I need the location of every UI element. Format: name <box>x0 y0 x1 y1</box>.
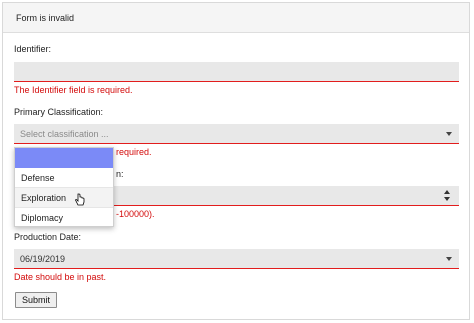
classification-select[interactable]: Select classification ... <box>14 124 459 144</box>
identifier-input[interactable] <box>14 62 459 82</box>
dropdown-option-exploration[interactable]: Exploration <box>15 188 113 208</box>
classification-label: Primary Classification: <box>14 107 104 117</box>
production-date-select[interactable]: 06/19/2019 <box>14 249 459 269</box>
identifier-error: The Identifier field is required. <box>14 85 133 95</box>
panel-header: Form is invalid <box>3 3 469 33</box>
identifier-label: Identifier: <box>14 44 52 54</box>
dropdown-option-diplomacy[interactable]: Diplomacy <box>15 208 113 228</box>
submit-button[interactable]: Submit <box>15 292 58 308</box>
production-date-label: Production Date: <box>14 232 82 242</box>
chevron-down-icon[interactable] <box>446 257 452 261</box>
classification-error: required. <box>116 147 152 157</box>
classification-dropdown: Defense Exploration Diplomacy <box>14 147 114 227</box>
dropdown-option-empty[interactable] <box>15 148 113 168</box>
dropdown-option-defense[interactable]: Defense <box>15 168 113 188</box>
secondary-label: n: <box>116 169 124 179</box>
hand-cursor-icon <box>75 193 85 206</box>
spinner-down-icon[interactable] <box>444 197 450 201</box>
number-spinner-icon[interactable] <box>444 189 452 202</box>
classification-placeholder: Select classification ... <box>20 129 109 139</box>
panel-title: Form is invalid <box>16 13 75 23</box>
production-date-value: 06/19/2019 <box>20 254 66 264</box>
secondary-error: -100000). <box>116 209 155 219</box>
chevron-down-icon[interactable] <box>446 132 452 136</box>
production-date-error: Date should be in past. <box>14 272 107 282</box>
spinner-up-icon[interactable] <box>444 190 450 194</box>
